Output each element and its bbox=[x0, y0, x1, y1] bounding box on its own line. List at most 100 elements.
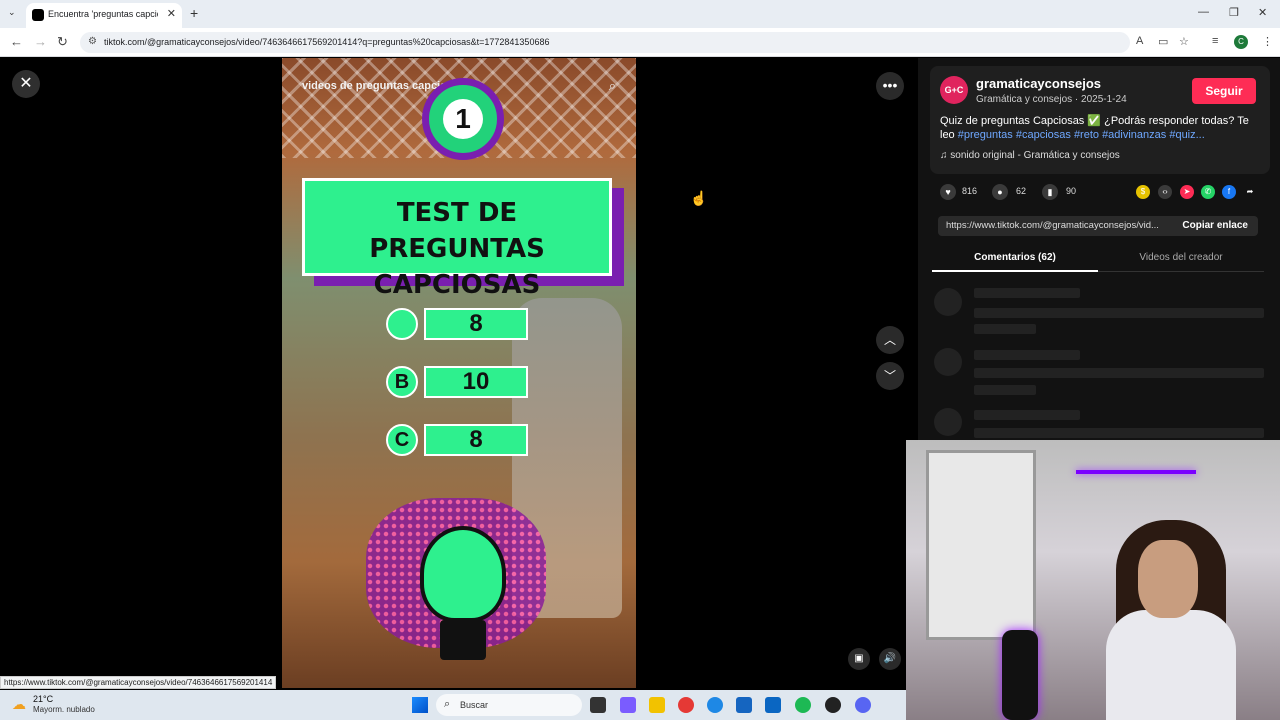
option-b-letter: B bbox=[386, 366, 418, 398]
microphone bbox=[1002, 630, 1038, 720]
comment-count: 62 bbox=[1016, 186, 1027, 196]
author-name[interactable]: gramaticayconsejos bbox=[976, 76, 1101, 91]
embed-icon[interactable]: ‹› bbox=[1158, 185, 1172, 199]
facebook-icon[interactable]: f bbox=[1222, 185, 1236, 199]
forward-icon[interactable]: → bbox=[34, 34, 47, 49]
skeleton-avatar bbox=[934, 348, 962, 376]
skeleton-avatar bbox=[934, 288, 962, 316]
discord-icon[interactable] bbox=[855, 697, 871, 713]
tab-bar: ⌄ Encuentra 'preguntas capciosas' ✕ + — … bbox=[0, 0, 1280, 28]
hashtags[interactable]: #preguntas #capciosas #reto #adivinanzas… bbox=[958, 129, 1205, 141]
skeleton-line bbox=[974, 428, 1264, 438]
coin-share-icon[interactable]: $ bbox=[1136, 185, 1150, 199]
new-tab-button[interactable]: + bbox=[190, 5, 198, 21]
save-count: 90 bbox=[1066, 186, 1077, 196]
taskbar-search[interactable]: ⌕ Buscar bbox=[436, 694, 582, 716]
action-bar: ♥ 816 ● 62 ▮ 90 $ ‹› ➤ ✆ f ➦ bbox=[930, 182, 1270, 206]
whatsapp-icon[interactable]: ✆ bbox=[1201, 185, 1215, 199]
skeleton-avatar bbox=[934, 408, 962, 436]
sound-name: sonido original - Gramática y consejos bbox=[950, 150, 1120, 161]
skeleton-line bbox=[974, 350, 1080, 360]
panel-tabs: Comentarios (62) Videos del creador bbox=[932, 248, 1264, 272]
cast-icon[interactable]: ▭ bbox=[1158, 35, 1168, 48]
skeleton-line bbox=[974, 288, 1080, 298]
like-heart-icon[interactable]: ♥ bbox=[940, 184, 956, 200]
bookmark-icon[interactable]: ▮ bbox=[1042, 184, 1058, 200]
window-close-icon[interactable]: ✕ bbox=[1258, 6, 1267, 19]
send-icon[interactable]: ➤ bbox=[1180, 185, 1194, 199]
translate-icon[interactable]: A bbox=[1136, 35, 1143, 47]
option-a-value: 8 bbox=[424, 308, 528, 340]
tab-close-icon[interactable]: ✕ bbox=[167, 7, 176, 20]
streamer-face bbox=[1138, 540, 1198, 618]
tab-list-chevron-icon[interactable]: ⌄ bbox=[8, 7, 16, 18]
windows-start-icon[interactable] bbox=[412, 697, 428, 713]
lightbulb-icon bbox=[420, 526, 506, 622]
previous-video-button[interactable]: ︿ bbox=[876, 326, 904, 354]
status-bar-url: https://www.tiktok.com/@gramaticayconsej… bbox=[0, 676, 277, 689]
webcam-window-curtain bbox=[926, 450, 1036, 640]
quiz-title-box: TEST DE PREGUNTAS CAPCIOSAS bbox=[302, 178, 612, 300]
minimize-icon[interactable]: — bbox=[1198, 6, 1209, 18]
weather-temp: 21°C bbox=[33, 694, 54, 704]
video-stage: ✕ videos de preguntas capciosas ⌕ 1 TEST… bbox=[0, 58, 918, 690]
more-options-button[interactable]: ••• bbox=[876, 72, 904, 100]
close-video-button[interactable]: ✕ bbox=[12, 70, 40, 98]
chrome-icon[interactable] bbox=[678, 697, 694, 713]
profile-avatar[interactable]: C bbox=[1234, 35, 1248, 49]
bookmark-star-icon[interactable]: ☆ bbox=[1179, 35, 1189, 48]
menu-icon[interactable]: ⋮ bbox=[1262, 35, 1273, 48]
reading-list-icon[interactable]: ≡ bbox=[1212, 35, 1218, 47]
hand-cursor-icon: ☝ bbox=[690, 190, 708, 206]
tab-title: Encuentra 'preguntas capciosas' bbox=[48, 9, 158, 19]
next-video-button[interactable]: ﹀ bbox=[876, 362, 904, 390]
copilot-icon[interactable] bbox=[620, 697, 636, 713]
store-icon[interactable] bbox=[736, 697, 752, 713]
video-player[interactable]: videos de preguntas capciosas ⌕ 1 TEST D… bbox=[282, 58, 636, 688]
skeleton-line bbox=[974, 410, 1080, 420]
question-number: 1 bbox=[443, 99, 483, 139]
quiz-title: TEST DE PREGUNTAS CAPCIOSAS bbox=[369, 198, 545, 300]
address-bar[interactable]: ⚙ tiktok.com/@gramaticayconsejos/video/7… bbox=[80, 32, 1130, 53]
tab-creator-videos[interactable]: Videos del creador bbox=[1098, 252, 1264, 263]
site-info-icon[interactable]: ⚙ bbox=[88, 36, 97, 47]
question-badge: 1 bbox=[422, 78, 504, 160]
tab-comments[interactable]: Comentarios (62) bbox=[932, 252, 1098, 272]
option-c-letter: C bbox=[386, 424, 418, 456]
edge-icon[interactable] bbox=[707, 697, 723, 713]
lightbulb-base bbox=[440, 620, 486, 660]
outlook-icon[interactable] bbox=[765, 697, 781, 713]
spotify-icon[interactable] bbox=[795, 697, 811, 713]
share-link-url[interactable]: https://www.tiktok.com/@gramaticayconsej… bbox=[946, 220, 1168, 231]
comment-icon[interactable]: ● bbox=[992, 184, 1008, 200]
weather-icon[interactable]: ☁ bbox=[12, 696, 26, 713]
music-note-icon: ♫ bbox=[940, 150, 951, 161]
restore-icon[interactable]: ❐ bbox=[1229, 6, 1239, 19]
address-toolbar: ← → ↻ ⚙ tiktok.com/@gramaticayconsejos/v… bbox=[0, 28, 1280, 57]
skeleton-line bbox=[974, 385, 1036, 395]
author-avatar[interactable]: G+C bbox=[940, 76, 968, 104]
app-icon[interactable] bbox=[825, 697, 841, 713]
browser-tab[interactable]: Encuentra 'preguntas capciosas' ✕ bbox=[26, 3, 182, 28]
taskbar: ☁ 21°C Mayorm. nublado ⌕ Buscar bbox=[0, 690, 906, 720]
file-explorer-icon[interactable] bbox=[649, 697, 665, 713]
copy-link-button[interactable]: Copiar enlace bbox=[1182, 220, 1248, 231]
volume-icon[interactable]: 🔊 bbox=[879, 648, 901, 670]
video-search-icon[interactable]: ⌕ bbox=[609, 78, 616, 94]
option-c-value: 8 bbox=[424, 424, 528, 456]
back-icon[interactable]: ← bbox=[10, 34, 23, 49]
search-icon: ⌕ bbox=[444, 698, 451, 710]
streamer-shirt bbox=[1106, 610, 1236, 720]
post-description: Quiz de preguntas Capciosas ✅ ¿Podrás re… bbox=[940, 114, 1260, 142]
option-b-value: 10 bbox=[424, 366, 528, 398]
url-text: tiktok.com/@gramaticayconsejos/video/746… bbox=[104, 37, 550, 47]
weather-desc: Mayorm. nublado bbox=[33, 705, 95, 714]
reload-icon[interactable]: ↻ bbox=[57, 34, 68, 50]
pip-icon[interactable]: ▣ bbox=[848, 648, 870, 670]
webcam-overlay bbox=[906, 440, 1280, 720]
share-arrow-icon[interactable]: ➦ bbox=[1243, 185, 1257, 199]
follow-button[interactable]: Seguir bbox=[1192, 78, 1256, 104]
task-view-icon[interactable] bbox=[590, 697, 606, 713]
skeleton-line bbox=[974, 308, 1264, 318]
sound-row[interactable]: ♫ sonido original - Gramática y consejos bbox=[940, 150, 1120, 161]
